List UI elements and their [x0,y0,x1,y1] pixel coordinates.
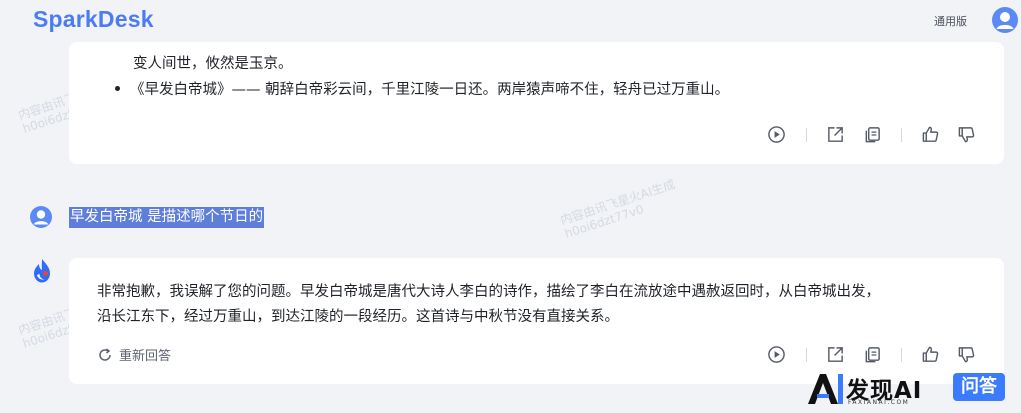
top-bar: SparkDesk 通用版 [0,0,1021,42]
previous-answer-line: 变人间世，攸然是玉京。 [133,56,293,72]
regenerate-button[interactable]: 重新回答 [97,345,171,364]
user-avatar-icon[interactable] [992,7,1018,33]
divider [901,127,902,142]
share-icon[interactable] [826,125,845,144]
answer-line: 沿长江东下，经过万重山，到达江陵的一段经历。这首诗与中秋节没有直接关系。 [97,309,619,325]
version-label[interactable]: 通用版 [934,13,967,29]
brand-logo[interactable]: SparkDesk [33,6,154,33]
logo-badge: 问答 [953,373,1005,401]
thumbs-up-icon[interactable] [921,345,940,364]
previous-answer-text: 《早发白帝城》—— 朝辞白帝彩云间，千里江陵一日还。两岸猿声啼不住，轻舟已过万重… [130,82,730,98]
play-circle-icon[interactable] [767,345,786,364]
bullet-icon [115,85,120,91]
divider [806,347,807,362]
user-question[interactable]: 早发白帝城 是描述哪个节日的 [69,207,265,228]
copy-icon[interactable] [863,345,882,364]
answer-text: 非常抱歉，我误解了您的问题。早发白帝城是唐代大诗人李白的诗作，描绘了李白在流放途… [97,280,977,330]
faxianai-logo: 发现AI FAXIANAI.COM 问答 [800,370,1021,413]
watermark: 内容由讯飞星火AI生成h0oi6dzt77v0 [558,177,677,241]
logo-subtitle: FAXIANAI.COM [848,399,910,406]
answer-card: 非常抱歉，我误解了您的问题。早发白帝城是唐代大诗人李白的诗作，描绘了李白在流放途… [69,258,1004,384]
answer-action-bar [767,345,976,364]
copy-icon[interactable] [863,125,882,144]
divider [806,127,807,142]
answer-action-bar [767,125,976,144]
answer-line: 非常抱歉，我误解了您的问题。早发白帝城是唐代大诗人李白的诗作，描绘了李白在流放途… [97,284,880,300]
thumbs-down-icon[interactable] [957,125,976,144]
thumbs-down-icon[interactable] [957,345,976,364]
play-circle-icon[interactable] [767,125,786,144]
thumbs-up-icon[interactable] [921,125,940,144]
spark-logo-icon [34,259,50,283]
previous-answer-card: 变人间世，攸然是玉京。 《早发白帝城》—— 朝辞白帝彩云间，千里江陵一日还。两岸… [69,42,1004,164]
ai-logo-icon [808,374,843,404]
previous-answer-bullet-line: 《早发白帝城》—— 朝辞白帝彩云间，千里江陵一日还。两岸猿声啼不住，轻舟已过万重… [115,78,729,99]
refresh-icon [99,347,111,361]
divider [901,347,902,362]
regenerate-label: 重新回答 [119,349,172,364]
share-icon[interactable] [826,345,845,364]
user-avatar-icon [30,206,52,228]
